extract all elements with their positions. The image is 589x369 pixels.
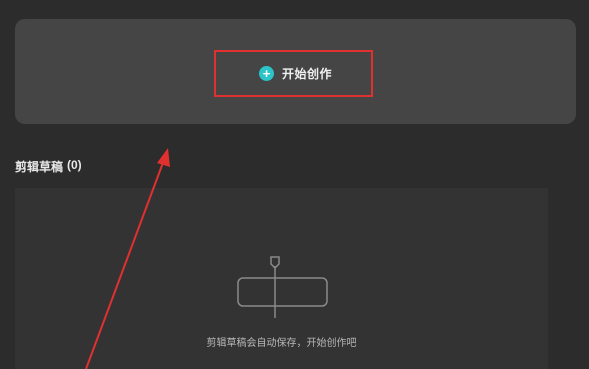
drafts-panel: 剪辑草稿会自动保存，开始创作吧 xyxy=(15,188,548,369)
app-window: + 开始创作 剪辑草稿 (0) 剪辑草稿会自动保存，开始创作吧 xyxy=(0,0,589,369)
drafts-title: 剪辑草稿 xyxy=(15,160,64,174)
start-creation-panel[interactable]: + 开始创作 xyxy=(15,19,576,124)
empty-drafts-message: 剪辑草稿会自动保存，开始创作吧 xyxy=(206,338,357,349)
plus-circle-icon: + xyxy=(259,65,274,81)
start-creation-label: 开始创作 xyxy=(282,66,333,81)
start-creation-button[interactable]: + 开始创作 xyxy=(259,63,332,83)
drafts-section-title: 剪辑草稿 (0) xyxy=(15,158,82,175)
timeline-empty-icon xyxy=(237,256,328,318)
drafts-count: (0) xyxy=(67,158,82,172)
